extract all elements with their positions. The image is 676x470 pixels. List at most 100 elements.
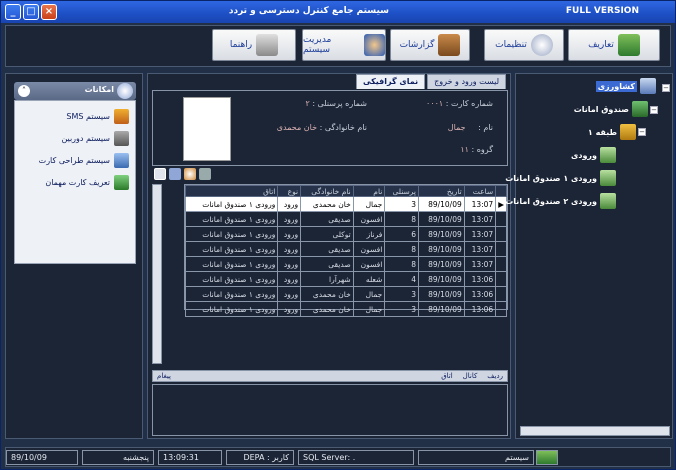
table-cell: 6 [384, 226, 420, 242]
guest-card-item[interactable]: تعریف کارت مهمان [45, 173, 129, 191]
grid-vertical-scrollbar[interactable] [152, 184, 162, 364]
table-row[interactable]: 13:07 89/10/09 8 افسون صدیقی ورود ورودی ۱ صندو… [184, 241, 507, 257]
table-cell: ورود [277, 211, 302, 227]
col-personnel[interactable]: پرسنلی [384, 185, 420, 197]
table-cell: شهرآرا [300, 271, 354, 287]
camera-system-item[interactable]: سیستم دوربین [61, 129, 129, 147]
entry-exit-table: ساعت تاریخ پرسنلی نام نام خانوادگی نوع ا… [184, 185, 507, 317]
tab-graphic-view[interactable]: نمای گرافیکی [356, 74, 426, 89]
table-cell: ورود [277, 271, 302, 287]
row-indicator [495, 241, 507, 257]
table-body: ▶ 13:07 89/10/09 3 جمال خان محمدی ورود ورودی ۱ … [184, 196, 507, 317]
row-indicator [495, 301, 507, 317]
tree-root[interactable]: کشاورزی [595, 78, 656, 94]
monitor-icon[interactable] [154, 168, 166, 180]
settings-button[interactable]: تنظیمات [484, 29, 564, 61]
table-cell: 8 [384, 211, 420, 227]
window-title: سیستم جامع کنترل دسترسی و تردد [228, 6, 389, 16]
collapse-icon[interactable]: ˄ [18, 85, 30, 97]
table-cell: 8 [384, 256, 420, 272]
table-row[interactable]: 13:07 89/10/09 6 فرناز توکلی ورود ورودی ۱ صندو… [184, 226, 507, 242]
status-weekday: پنجشنبه [82, 450, 154, 465]
col-type[interactable]: نوع [277, 185, 302, 197]
reports-button[interactable]: گزارشات [390, 29, 470, 61]
table-cell: 89/10/09 [418, 226, 465, 242]
center-panel: لیست ورود و خروج نمای گرافیکی شماره کارت… [147, 73, 511, 439]
table-cell: 13:06 [463, 286, 497, 302]
close-button[interactable]: × [41, 4, 57, 20]
status-bar: 89/10/09 پنجشنبه 13:09:31 کاربر : DEPA S… [5, 447, 671, 467]
status-system: سیستم [418, 450, 534, 465]
features-title: امکانات [84, 85, 114, 94]
col-date[interactable]: تاریخ [418, 185, 465, 197]
center-tabs: لیست ورود و خروج نمای گرافیکی [354, 74, 506, 90]
help-button[interactable]: راهنما [212, 29, 296, 61]
table-cell: 13:06 [463, 301, 497, 317]
table-cell: ورودی ۱ صندوق امانات [184, 226, 279, 242]
sms-system-item[interactable]: سیستم SMS [66, 107, 129, 125]
system-management-label: مدیریت سیستم [303, 35, 332, 55]
system-management-button[interactable]: مدیریت سیستم [302, 29, 386, 61]
card-design-item[interactable]: سیستم طراحی کارت [39, 151, 129, 169]
door-icon [600, 147, 616, 163]
sms-icon [114, 108, 129, 124]
col-family[interactable]: نام خانوادگی [300, 185, 354, 197]
table-cell: فرناز [352, 226, 386, 242]
status-time: 13:09:31 [158, 450, 222, 465]
reports-label: گزارشات [399, 40, 435, 50]
tree-leaf-entrance-1[interactable]: ورودی ۱ صندوق امانات [505, 170, 616, 186]
tree-horizontal-scrollbar[interactable] [520, 426, 670, 436]
person-name: نام : جمال [447, 123, 493, 132]
table-header-row: ساعت تاریخ پرسنلی نام نام خانوادگی نوع ا… [184, 185, 507, 197]
guest-icon [114, 174, 129, 190]
table-cell: 13:07 [463, 256, 497, 272]
table-cell: 89/10/09 [418, 196, 465, 212]
collapse-l2-icon[interactable]: − [638, 128, 646, 136]
msg-col-channel[interactable]: کانال [463, 372, 478, 380]
col-time[interactable]: ساعت [463, 185, 497, 197]
grid-toolbar [154, 168, 211, 182]
table-row[interactable]: 13:07 89/10/09 8 افسون صدیقی ورود ورودی ۱ صندو… [184, 256, 507, 272]
tree-leaf-entrance[interactable]: ورودی [571, 147, 616, 163]
tree-node-deposit[interactable]: صندوق امانات [574, 101, 648, 117]
search-icon[interactable] [184, 168, 196, 180]
title-bar: سیستم جامع کنترل دسترسی و تردد FULL VERS… [1, 1, 675, 23]
table-row[interactable]: ▶ 13:07 89/10/09 3 جمال خان محمدی ورود ورودی ۱ … [184, 196, 507, 212]
table-cell: ورود [277, 286, 302, 302]
table-row[interactable]: 13:06 89/10/09 3 جمال خان محمدی ورود ورودی ۱ ص… [184, 286, 507, 302]
features-header[interactable]: ˄ امکانات [14, 82, 136, 100]
collapse-root-icon[interactable]: − [662, 84, 670, 92]
definitions-button[interactable]: تعاریف [568, 29, 660, 61]
system-status-icon [536, 450, 558, 465]
tab-entry-exit-list[interactable]: لیست ورود و خروج [427, 74, 506, 89]
col-name[interactable]: نام [352, 185, 386, 197]
msg-col-message[interactable]: پیغام [157, 372, 171, 380]
minimize-button[interactable]: _ [5, 4, 21, 20]
door-icon [600, 170, 616, 186]
col-room[interactable]: اتاق [184, 185, 279, 197]
table-row[interactable]: 13:06 89/10/09 4 شعله شهرآرا ورود ورودی ۱ صندو… [184, 271, 507, 287]
table-cell: ورودی ۱ صندوق امانات [184, 211, 279, 227]
table-row[interactable]: 13:07 89/10/09 8 افسون صدیقی ورود ورودی ۱ صندو… [184, 211, 507, 227]
msg-col-room[interactable]: اتاق [441, 372, 452, 380]
table-cell: ورود [277, 226, 302, 242]
list-icon[interactable] [169, 168, 181, 180]
sms-system-label: سیستم SMS [66, 111, 110, 121]
collapse-l1-icon[interactable]: − [650, 106, 658, 114]
msg-col-row[interactable]: ردیف [487, 372, 503, 380]
table-cell: صدیقی [300, 241, 354, 257]
tree-node-floor[interactable]: طبقه ۱ [588, 124, 636, 140]
status-date: 89/10/09 [6, 450, 78, 465]
status-sql: SQL Server: . [298, 450, 414, 465]
table-cell: ورودی ۱ صندوق امانات [184, 271, 279, 287]
version-badge: FULL VERSION [565, 6, 639, 16]
maximize-button[interactable]: □ [23, 4, 39, 20]
tree-leaf-entrance-2[interactable]: ورودی ۲ صندوق امانات [505, 193, 616, 209]
row-indicator [495, 271, 507, 287]
camera-small-icon[interactable] [199, 168, 211, 180]
table-cell: ورود [277, 241, 302, 257]
person-photo [183, 97, 231, 161]
status-user: کاربر : DEPA [226, 450, 294, 465]
table-cell: شعله [352, 271, 386, 287]
table-row[interactable]: 13:06 89/10/09 3 جمال خان محمدی ورود ورودی ۱ ص… [184, 301, 507, 317]
